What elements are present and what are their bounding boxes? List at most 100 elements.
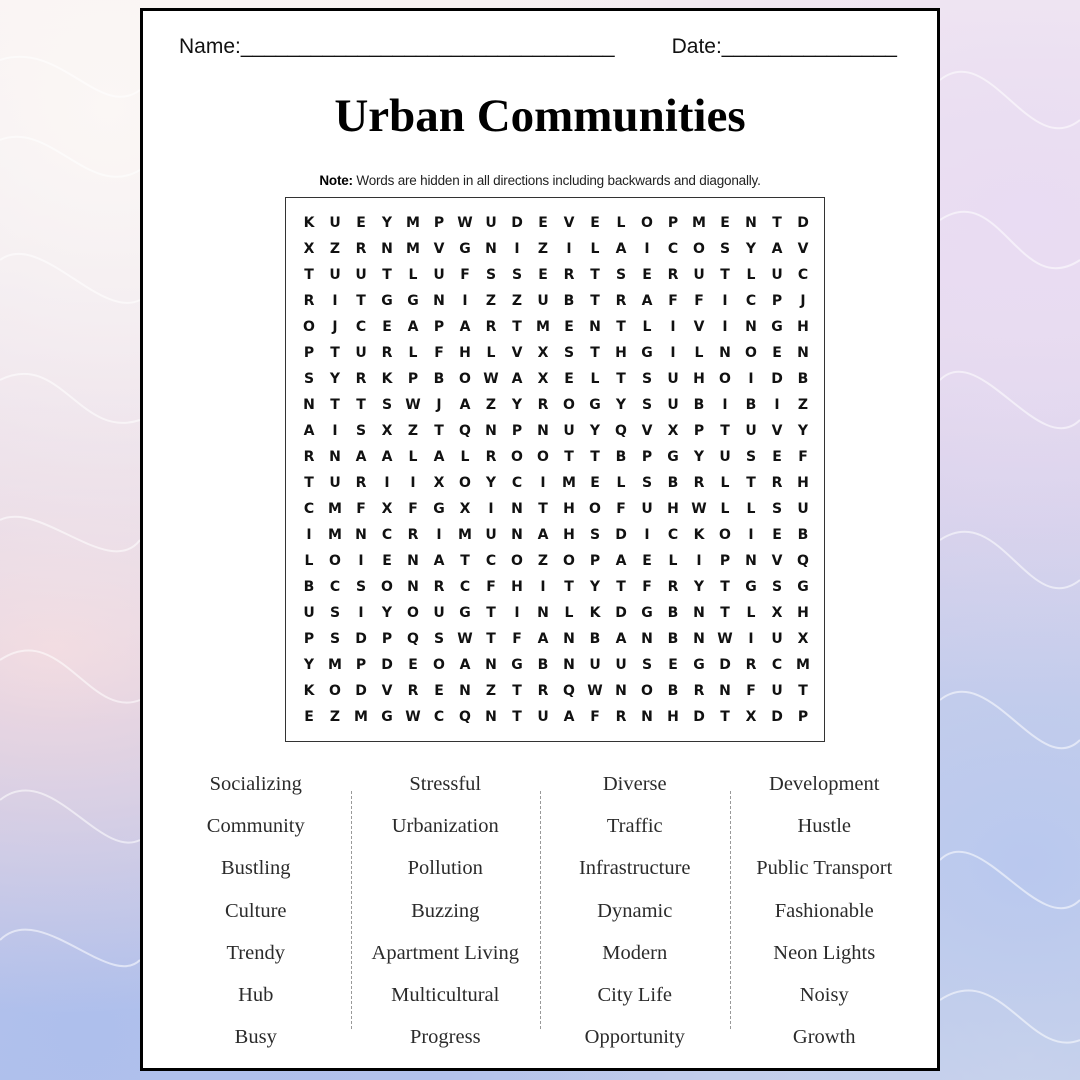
- grid-letter[interactable]: V: [374, 678, 400, 704]
- grid-letter[interactable]: O: [712, 366, 738, 392]
- grid-letter[interactable]: S: [374, 392, 400, 418]
- grid-letter[interactable]: I: [634, 236, 660, 262]
- grid-letter[interactable]: P: [504, 418, 530, 444]
- grid-letter[interactable]: T: [478, 626, 504, 652]
- grid-letter[interactable]: R: [686, 470, 712, 496]
- grid-letter[interactable]: Z: [504, 288, 530, 314]
- grid-letter[interactable]: N: [712, 340, 738, 366]
- grid-letter[interactable]: D: [790, 210, 816, 236]
- grid-letter[interactable]: R: [478, 314, 504, 340]
- grid-letter[interactable]: A: [452, 392, 478, 418]
- grid-letter[interactable]: E: [712, 210, 738, 236]
- grid-letter[interactable]: T: [348, 288, 374, 314]
- grid-letter[interactable]: Q: [452, 704, 478, 730]
- grid-letter[interactable]: U: [764, 626, 790, 652]
- grid-letter[interactable]: B: [790, 522, 816, 548]
- grid-letter[interactable]: E: [764, 444, 790, 470]
- grid-letter[interactable]: E: [764, 522, 790, 548]
- grid-letter[interactable]: N: [426, 288, 452, 314]
- grid-letter[interactable]: G: [634, 600, 660, 626]
- grid-letter[interactable]: A: [374, 444, 400, 470]
- grid-letter[interactable]: G: [686, 652, 712, 678]
- grid-letter[interactable]: L: [582, 236, 608, 262]
- grid-letter[interactable]: T: [374, 262, 400, 288]
- grid-letter[interactable]: L: [400, 340, 426, 366]
- grid-letter[interactable]: T: [764, 210, 790, 236]
- grid-letter[interactable]: U: [790, 496, 816, 522]
- grid-letter[interactable]: F: [738, 678, 764, 704]
- grid-letter[interactable]: K: [582, 600, 608, 626]
- grid-letter[interactable]: R: [296, 444, 322, 470]
- grid-letter[interactable]: L: [738, 600, 764, 626]
- grid-letter[interactable]: D: [764, 704, 790, 730]
- grid-letter[interactable]: E: [296, 704, 322, 730]
- grid-letter[interactable]: L: [582, 366, 608, 392]
- grid-letter[interactable]: N: [478, 652, 504, 678]
- grid-letter[interactable]: L: [478, 340, 504, 366]
- grid-letter[interactable]: U: [660, 366, 686, 392]
- grid-letter[interactable]: C: [738, 288, 764, 314]
- grid-letter[interactable]: B: [790, 366, 816, 392]
- grid-letter[interactable]: C: [764, 652, 790, 678]
- grid-letter[interactable]: S: [738, 444, 764, 470]
- grid-letter[interactable]: I: [764, 392, 790, 418]
- grid-letter[interactable]: N: [322, 444, 348, 470]
- grid-letter[interactable]: Z: [478, 392, 504, 418]
- grid-letter[interactable]: A: [608, 626, 634, 652]
- grid-letter[interactable]: O: [296, 314, 322, 340]
- grid-letter[interactable]: F: [348, 496, 374, 522]
- grid-letter[interactable]: P: [582, 548, 608, 574]
- grid-letter[interactable]: A: [348, 444, 374, 470]
- grid-letter[interactable]: I: [374, 470, 400, 496]
- grid-letter[interactable]: Y: [582, 574, 608, 600]
- grid-letter[interactable]: G: [400, 288, 426, 314]
- grid-letter[interactable]: T: [712, 574, 738, 600]
- grid-letter[interactable]: G: [504, 652, 530, 678]
- grid-letter[interactable]: A: [400, 314, 426, 340]
- grid-letter[interactable]: N: [530, 600, 556, 626]
- grid-letter[interactable]: M: [790, 652, 816, 678]
- grid-letter[interactable]: M: [686, 210, 712, 236]
- grid-letter[interactable]: H: [790, 314, 816, 340]
- grid-letter[interactable]: W: [686, 496, 712, 522]
- grid-letter[interactable]: C: [452, 574, 478, 600]
- grid-letter[interactable]: H: [452, 340, 478, 366]
- grid-letter[interactable]: G: [738, 574, 764, 600]
- grid-letter[interactable]: O: [504, 548, 530, 574]
- grid-letter[interactable]: P: [712, 548, 738, 574]
- grid-letter[interactable]: S: [478, 262, 504, 288]
- grid-letter[interactable]: O: [374, 574, 400, 600]
- grid-letter[interactable]: C: [348, 314, 374, 340]
- grid-letter[interactable]: B: [686, 392, 712, 418]
- grid-letter[interactable]: P: [296, 626, 322, 652]
- grid-letter[interactable]: I: [530, 574, 556, 600]
- grid-letter[interactable]: X: [660, 418, 686, 444]
- grid-letter[interactable]: T: [582, 444, 608, 470]
- grid-letter[interactable]: N: [400, 548, 426, 574]
- grid-letter[interactable]: A: [608, 236, 634, 262]
- grid-letter[interactable]: E: [634, 262, 660, 288]
- grid-letter[interactable]: E: [530, 262, 556, 288]
- grid-letter[interactable]: Y: [504, 392, 530, 418]
- grid-letter[interactable]: F: [634, 574, 660, 600]
- grid-letter[interactable]: Y: [790, 418, 816, 444]
- grid-letter[interactable]: U: [348, 340, 374, 366]
- grid-letter[interactable]: F: [790, 444, 816, 470]
- grid-letter[interactable]: L: [686, 340, 712, 366]
- grid-letter[interactable]: U: [530, 288, 556, 314]
- grid-letter[interactable]: N: [790, 340, 816, 366]
- grid-letter[interactable]: Y: [686, 574, 712, 600]
- grid-letter[interactable]: S: [634, 470, 660, 496]
- grid-letter[interactable]: N: [686, 600, 712, 626]
- grid-letter[interactable]: B: [426, 366, 452, 392]
- grid-letter[interactable]: K: [296, 210, 322, 236]
- grid-letter[interactable]: C: [660, 522, 686, 548]
- grid-letter[interactable]: X: [764, 600, 790, 626]
- grid-letter[interactable]: E: [426, 678, 452, 704]
- grid-letter[interactable]: Q: [452, 418, 478, 444]
- grid-letter[interactable]: W: [712, 626, 738, 652]
- grid-letter[interactable]: I: [712, 392, 738, 418]
- grid-letter[interactable]: L: [296, 548, 322, 574]
- grid-letter[interactable]: T: [608, 366, 634, 392]
- grid-letter[interactable]: D: [348, 626, 374, 652]
